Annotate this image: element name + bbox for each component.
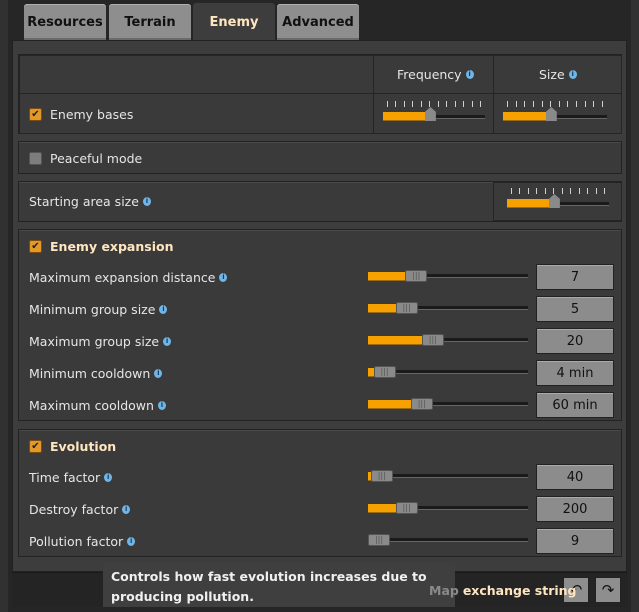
setting-label: Maximum cooldown bbox=[29, 398, 154, 413]
setting-slider[interactable]: ||| bbox=[368, 364, 528, 382]
starting-area-row: Starting area size i bbox=[18, 181, 622, 222]
setting-value-field[interactable]: 5 bbox=[536, 296, 614, 322]
setting-value-field[interactable]: 4 min bbox=[536, 360, 614, 386]
setting-value-field[interactable]: 20 bbox=[536, 328, 614, 354]
slider-fill bbox=[507, 199, 553, 208]
slider-handle[interactable]: ||| bbox=[405, 270, 428, 282]
enemy-expansion-title: Enemy expansion bbox=[50, 239, 174, 254]
size-header: Size i bbox=[539, 67, 577, 82]
info-icon[interactable]: i bbox=[568, 70, 577, 79]
setting-value-field[interactable]: 9 bbox=[536, 528, 614, 554]
frequency-slider[interactable] bbox=[383, 101, 485, 125]
slider-handle[interactable]: ||| bbox=[368, 534, 390, 546]
slider-fill bbox=[368, 504, 398, 513]
frequency-header: Frequency i bbox=[397, 67, 474, 82]
setting-slider[interactable]: ||| bbox=[368, 532, 528, 550]
enemy-expansion-checkbox[interactable]: ✔ bbox=[29, 240, 42, 253]
size-slider[interactable] bbox=[503, 101, 607, 125]
setting-value-field[interactable]: 7 bbox=[536, 264, 614, 290]
setting-slider[interactable]: ||| bbox=[368, 468, 528, 486]
slider-fill bbox=[368, 336, 424, 345]
starting-area-slider[interactable] bbox=[507, 188, 609, 212]
info-icon[interactable]: i bbox=[163, 337, 172, 346]
peaceful-mode-checkbox[interactable] bbox=[29, 152, 42, 165]
setting-label: Minimum group size bbox=[29, 302, 156, 317]
setting-slider[interactable]: ||| bbox=[368, 300, 528, 318]
setting-value-field[interactable]: 60 min bbox=[536, 392, 614, 418]
setting-label: Minimum cooldown bbox=[29, 366, 151, 381]
slider-handle[interactable]: ||| bbox=[370, 470, 393, 482]
slider-fill bbox=[368, 304, 398, 313]
setting-label: Destroy factor bbox=[29, 502, 119, 517]
enemy-bases-table: Frequency i Size i ✔ Enemy bases bbox=[18, 54, 622, 134]
info-icon[interactable]: i bbox=[154, 369, 163, 378]
info-icon[interactable]: i bbox=[219, 273, 228, 282]
info-icon[interactable]: i bbox=[157, 401, 166, 410]
evolution-checkbox[interactable]: ✔ bbox=[29, 440, 42, 453]
tab-advanced[interactable]: Advanced bbox=[277, 4, 359, 40]
slider-fill bbox=[383, 112, 429, 121]
tab-resources[interactable]: Resources bbox=[24, 4, 106, 40]
setting-slider[interactable]: ||| bbox=[368, 268, 528, 286]
tab-enemy[interactable]: Enemy bbox=[193, 3, 275, 41]
info-icon[interactable]: i bbox=[465, 70, 474, 79]
slider-handle[interactable]: ||| bbox=[395, 502, 418, 514]
slider-fill bbox=[368, 272, 408, 281]
info-icon[interactable]: i bbox=[159, 305, 168, 314]
slider-handle[interactable]: ||| bbox=[373, 366, 396, 378]
info-icon[interactable]: i bbox=[104, 473, 113, 482]
slider-handle[interactable] bbox=[548, 194, 560, 208]
setting-value-field[interactable]: 200 bbox=[536, 496, 614, 522]
setting-value-field[interactable]: 40 bbox=[536, 464, 614, 490]
enemy-bases-checkbox[interactable]: ✔ bbox=[29, 108, 42, 121]
info-icon[interactable]: i bbox=[122, 505, 131, 514]
setting-label: Time factor bbox=[29, 470, 101, 485]
peaceful-mode-label: Peaceful mode bbox=[50, 151, 143, 166]
slider-handle[interactable] bbox=[545, 107, 557, 121]
size-label: Size bbox=[539, 67, 565, 82]
enemy-expansion-group: ✔ Enemy expansion Maximum expansion dista… bbox=[18, 229, 622, 421]
tooltip: Controls how fast evolution increases du… bbox=[103, 563, 455, 607]
starting-area-label: Starting area size bbox=[29, 194, 139, 209]
slider-handle[interactable] bbox=[424, 107, 436, 121]
enemy-bases-row: ✔ Enemy bases bbox=[29, 107, 133, 122]
info-icon[interactable]: i bbox=[127, 537, 136, 546]
map-exchange-string-label[interactable]: Map exchange string bbox=[429, 583, 577, 598]
slider-handle[interactable]: ||| bbox=[395, 302, 418, 314]
exchange-string-label-part: exchange string bbox=[462, 583, 577, 598]
slider-handle[interactable]: ||| bbox=[410, 398, 433, 410]
redo-button[interactable]: ↷ bbox=[595, 577, 621, 603]
evolution-title: Evolution bbox=[50, 439, 117, 454]
slider-fill bbox=[368, 400, 413, 409]
setting-label: Pollution factor bbox=[29, 534, 124, 549]
enemy-bases-label: Enemy bases bbox=[50, 107, 134, 122]
redo-icon: ↷ bbox=[601, 581, 615, 599]
evolution-group: ✔ Evolution Time factor i ||| 40 Destroy f… bbox=[18, 429, 622, 557]
map-label-part: Map bbox=[429, 583, 459, 598]
setting-label: Maximum expansion distance bbox=[29, 270, 216, 285]
tooltip-text: Controls how fast evolution increases du… bbox=[111, 569, 427, 604]
tab-terrain[interactable]: Terrain bbox=[109, 4, 191, 40]
setting-slider[interactable]: ||| bbox=[368, 332, 528, 350]
slider-handle[interactable]: ||| bbox=[421, 334, 444, 346]
slider-fill bbox=[503, 112, 550, 121]
setting-label: Maximum group size bbox=[29, 334, 160, 349]
peaceful-mode-row: Peaceful mode bbox=[18, 141, 622, 174]
frequency-label: Frequency bbox=[397, 67, 462, 82]
setting-slider[interactable]: ||| bbox=[368, 500, 528, 518]
setting-slider[interactable]: ||| bbox=[368, 396, 528, 414]
info-icon[interactable]: i bbox=[142, 197, 151, 206]
